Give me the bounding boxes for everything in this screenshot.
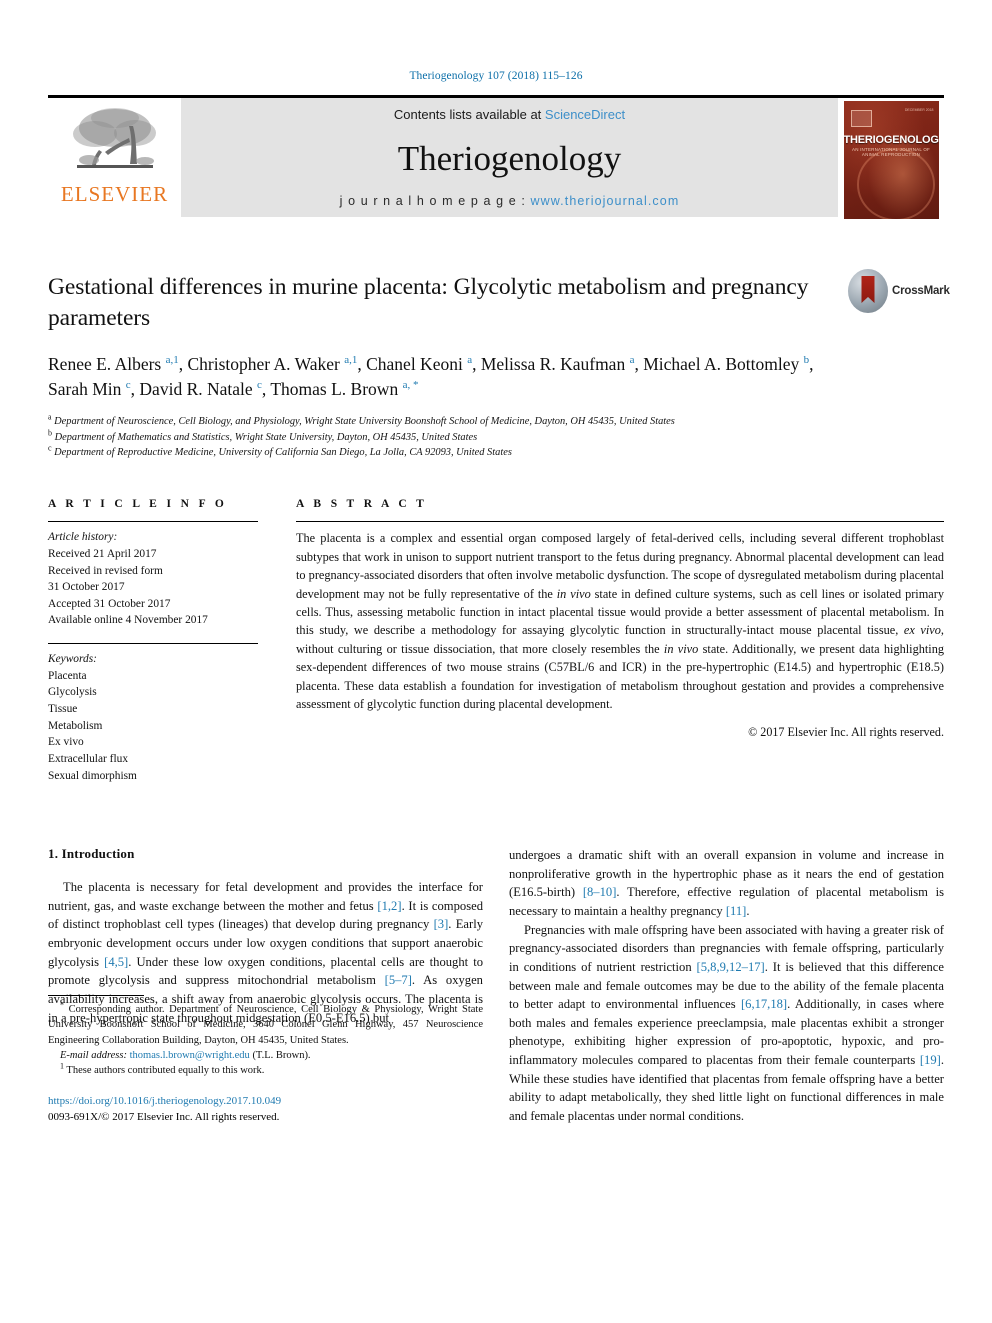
article-history-item: Received in revised form (48, 564, 163, 577)
title-block: Gestational differences in murine placen… (48, 269, 950, 333)
keyword-item: Placenta (48, 669, 87, 682)
journal-title: Theriogenology (397, 138, 622, 178)
affiliation-label: a (48, 412, 52, 422)
footnote-block: * Corresponding author. Department of Ne… (48, 995, 483, 1125)
crossmark-badge[interactable]: CrossMark (848, 268, 950, 314)
article-history-item: Available online 4 November 2017 (48, 614, 208, 627)
keyword-item: Tissue (48, 702, 78, 715)
issn-copyright-line: 0093-691X/© 2017 Elsevier Inc. All right… (48, 1110, 280, 1123)
abstract-body: The placenta is a complex and essential … (296, 531, 945, 712)
crossmark-label: CrossMark (892, 285, 950, 297)
cover-subtitle: AN INTERNATIONAL JOURNAL OF ANIMAL REPRO… (852, 147, 930, 157)
article-history-label: Article history: (48, 531, 118, 544)
section-heading-introduction: 1. Introduction (48, 846, 135, 862)
publisher-logo-block: ELSEVIER (48, 95, 181, 217)
intro-paragraph-right-1: undergoes a dramatic shift with an overa… (509, 848, 944, 919)
abstract-column: A B S T R A C T The placenta is a comple… (296, 498, 944, 784)
affiliation-item: b Department of Mathematics and Statisti… (48, 428, 944, 446)
footnote-email: E-mail address: thomas.l.brown@wright.ed… (60, 1049, 311, 1061)
page-title: Gestational differences in murine placen… (48, 274, 809, 331)
crossmark-icon (848, 269, 888, 313)
intro-paragraph-right-2: Pregnancies with male offspring have bee… (509, 922, 944, 1123)
journal-homepage-link[interactable]: www.theriojournal.com (530, 194, 679, 208)
contents-available-line: Contents lists available at ScienceDirec… (394, 107, 625, 122)
journal-masthead: ELSEVIER Contents lists available at Sci… (48, 95, 944, 219)
abstract-rule (296, 521, 944, 523)
author-list: Renee E. Albers a,1, Christopher A. Wake… (48, 354, 814, 399)
keyword-item: Extracellular flux (48, 752, 129, 765)
cover-ring-decoration (856, 148, 935, 219)
info-abstract-section: A R T I C L E I N F O Article history: R… (48, 498, 944, 784)
keyword-item: Metabolism (48, 719, 103, 732)
elsevier-wordmark: ELSEVIER (60, 182, 169, 206)
contents-prefix: Contents lists available at (393, 107, 545, 122)
article-info-rule (48, 521, 258, 523)
cover-badge-icon (850, 110, 872, 127)
affiliation-label: b (48, 428, 52, 438)
footnote-corresponding-author: * Corresponding author. Department of Ne… (48, 1000, 483, 1046)
article-history-item: Received 21 April 2017 (48, 547, 157, 560)
journal-cover-block: DECEMBER 2018 THERIOGENOLOGY AN INTERNAT… (838, 95, 944, 219)
affiliation-item: c Department of Reproductive Medicine, U… (48, 443, 944, 461)
affiliation-label: c (48, 443, 52, 453)
keywords-label: Keywords: (48, 653, 97, 666)
body-column-right: undergoes a dramatic shift with an overa… (509, 846, 944, 1125)
article-history-item: Accepted 31 October 2017 (48, 597, 171, 610)
sciencedirect-link[interactable]: ScienceDirect (545, 107, 625, 122)
affiliation-list: a Department of Neuroscience, Cell Biolo… (48, 412, 944, 461)
keyword-item: Glycolysis (48, 686, 97, 699)
doi-link[interactable]: https://doi.org/10.1016/j.theriogenology… (48, 1094, 483, 1110)
body-columns: 1. Introduction The placenta is necessar… (48, 846, 944, 1125)
cover-title: THERIOGENOLOGY (843, 134, 939, 146)
article-page: Theriogenology 107 (2018) 115–126 ELSEVI… (0, 0, 992, 1323)
body-column-left: 1. Introduction The placenta is necessar… (48, 846, 483, 1125)
elsevier-tree-logo (69, 102, 161, 186)
journal-cover-thumbnail: DECEMBER 2018 THERIOGENOLOGY AN INTERNAT… (843, 101, 939, 219)
journal-homepage-line: j o u r n a l h o m e p a g e : www.ther… (340, 194, 680, 208)
doi-block: https://doi.org/10.1016/j.theriogenology… (48, 1094, 483, 1125)
footnote-rule (48, 995, 144, 997)
keywords-rule (48, 643, 258, 645)
footnote-equal-contribution: 1 These authors contributed equally to t… (60, 1061, 265, 1077)
article-info-heading: A R T I C L E I N F O (48, 498, 228, 511)
affiliation-text: Department of Neuroscience, Cell Biology… (54, 415, 675, 427)
abstract-heading: A B S T R A C T (296, 498, 428, 511)
article-info-column: A R T I C L E I N F O Article history: R… (48, 498, 258, 784)
cover-corner-note: DECEMBER 2018 (904, 108, 934, 112)
abstract-copyright: © 2017 Elsevier Inc. All rights reserved… (748, 724, 944, 739)
keyword-item: Ex vivo (48, 736, 84, 749)
affiliation-text: Department of Reproductive Medicine, Uni… (54, 447, 512, 459)
running-head: Theriogenology 107 (2018) 115–126 (409, 70, 583, 82)
keyword-item: Sexual dimorphism (48, 769, 137, 782)
masthead-center: Contents lists available at ScienceDirec… (181, 95, 838, 217)
article-history-item: 31 October 2017 (48, 581, 125, 594)
affiliation-item: a Department of Neuroscience, Cell Biolo… (48, 412, 944, 430)
affiliation-text: Department of Mathematics and Statistics… (54, 431, 478, 443)
homepage-prefix: j o u r n a l h o m e p a g e : (339, 194, 531, 208)
